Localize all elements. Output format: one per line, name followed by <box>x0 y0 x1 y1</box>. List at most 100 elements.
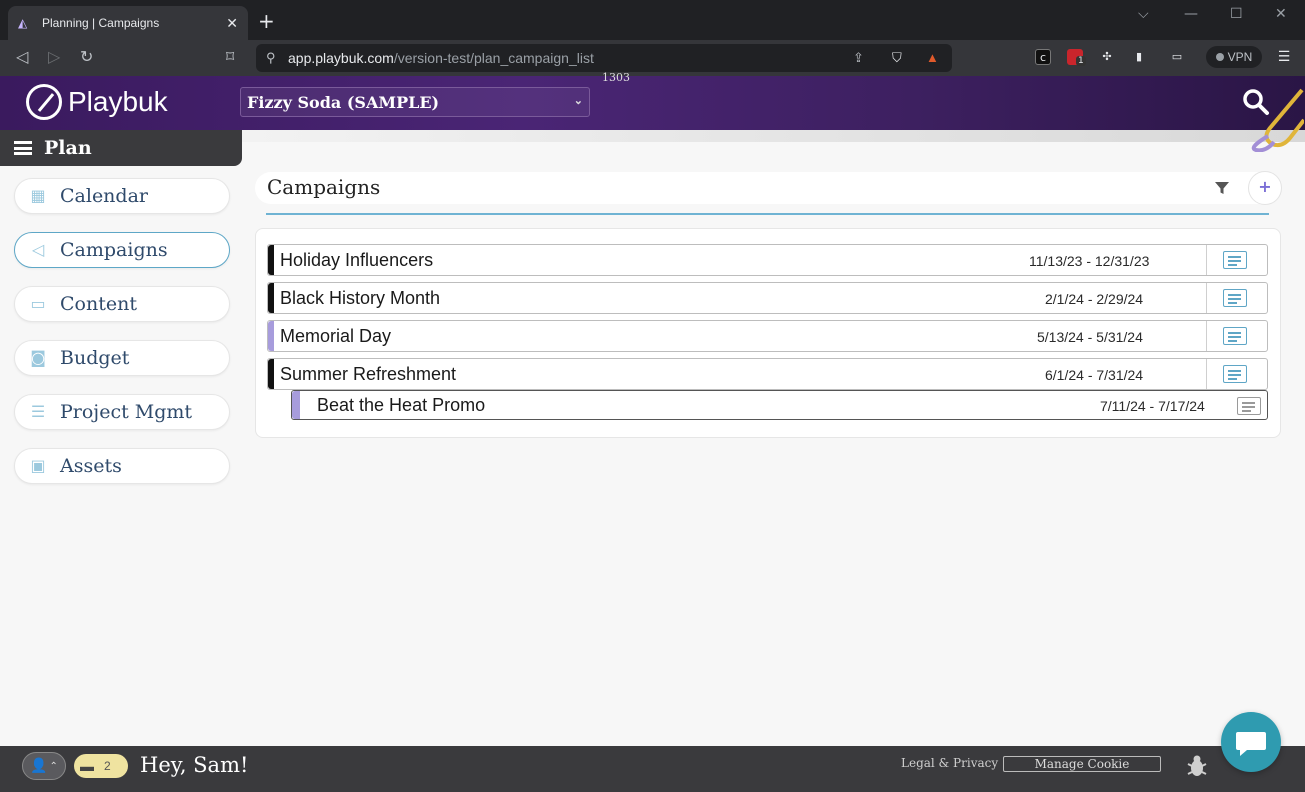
sidebar-item-budget[interactable]: ◙ Budget <box>14 340 230 376</box>
image-icon: ▣ <box>30 456 46 475</box>
playbuk-logo[interactable]: Playbuk <box>26 84 168 120</box>
forward-icon[interactable]: ▷ <box>48 48 60 66</box>
add-campaign-button[interactable]: + <box>1248 171 1282 205</box>
new-tab-icon[interactable]: + <box>258 11 275 31</box>
browser-menu-icon[interactable]: ☰ <box>1276 49 1292 65</box>
vpn-status-dot <box>1215 53 1224 61</box>
brand-select[interactable]: Fizzy Soda (SAMPLE) ⌄ <box>240 87 590 117</box>
header-strip <box>242 130 1305 142</box>
close-window-icon[interactable]: ✕ <box>1275 6 1287 22</box>
playbuk-favicon-icon: ◭ <box>18 16 28 30</box>
campaign-color-bar <box>268 283 274 313</box>
sidebar-item-calendar[interactable]: ▦ Calendar <box>14 178 230 214</box>
chevron-down-icon: ⌄ <box>573 94 583 107</box>
close-tab-icon[interactable]: ✕ <box>226 15 238 32</box>
extension-badge: 1 <box>1076 56 1086 66</box>
legal-privacy-link[interactable]: Legal & Privacy <box>901 756 998 770</box>
page-title: Campaigns <box>267 175 381 199</box>
site-info-icon[interactable]: ⚲ <box>266 50 276 66</box>
details-icon[interactable] <box>1237 397 1261 415</box>
bookmark-icon[interactable]: ⌑ <box>226 48 234 66</box>
chat-bubble-icon <box>1236 732 1266 756</box>
sidebar-item-label: Project Mgmt <box>60 401 193 423</box>
browser-tab[interactable]: ◭ Planning | Campaigns ✕ <box>8 6 248 40</box>
campaigns-header <box>255 172 1281 204</box>
details-icon[interactable] <box>1223 327 1247 345</box>
details-icon[interactable] <box>1223 289 1247 307</box>
sidebar-item-project-mgmt[interactable]: ☰ Project Mgmt <box>14 394 230 430</box>
row-divider <box>1206 283 1207 313</box>
user-menu-button[interactable]: 👤 ⌃ <box>22 752 66 780</box>
tab-search-chevron-icon[interactable]: ⌵ <box>1138 6 1149 22</box>
campaign-name: Holiday Influencers <box>280 250 434 270</box>
user-avatar-icon: 👤 <box>30 758 48 774</box>
sidebar-toggle-icon[interactable]: ▮ <box>1131 49 1147 65</box>
campaign-color-bar <box>268 359 274 389</box>
row-divider <box>1206 245 1207 275</box>
plan-section-header: Plan <box>0 130 242 166</box>
wallet-icon[interactable]: ▭ <box>1169 49 1185 65</box>
app-header <box>0 76 1305 130</box>
title-divider <box>266 213 1269 215</box>
sidebar-item-label: Assets <box>60 455 122 477</box>
extension-c-icon[interactable]: c <box>1035 49 1051 65</box>
extension-red-icon[interactable]: 1 <box>1067 49 1086 66</box>
sidebar-item-label: Calendar <box>60 185 148 207</box>
sub-campaign-row[interactable]: Beat the Heat Promo 7/11/24 - 7/17/24 <box>291 390 1268 420</box>
back-icon[interactable]: ◁ <box>16 48 28 66</box>
share-icon[interactable]: ⇪ <box>853 50 864 66</box>
row-divider <box>1206 321 1207 351</box>
browser-toolbar: ◁ ▷ ↻ ⌑ ⚲ app.playbuk.com/version-test/p… <box>0 40 1305 76</box>
hamburger-menu-icon[interactable] <box>14 141 32 155</box>
tab-title: Planning | Campaigns <box>42 16 160 30</box>
campaign-color-bar <box>292 391 300 419</box>
greeting-text: Hey, Sam! <box>140 753 249 777</box>
details-icon[interactable] <box>1223 251 1247 269</box>
campaign-dates: 7/11/24 - 7/17/24 <box>1100 398 1205 414</box>
sidebar-item-label: Content <box>60 293 137 315</box>
vpn-button[interactable]: VPN <box>1206 46 1262 68</box>
bug-report-icon[interactable] <box>1186 754 1208 778</box>
sidebar-item-label: Budget <box>60 347 130 369</box>
row-divider <box>1206 359 1207 389</box>
inbox-count: 2 <box>104 759 111 773</box>
campaign-row[interactable]: Summer Refreshment 6/1/24 - 7/31/24 <box>267 358 1268 390</box>
campaign-name: Summer Refreshment <box>280 364 457 384</box>
plan-title: Plan <box>44 137 92 159</box>
megaphone-icon: ◁ <box>31 240 45 259</box>
sidebar-item-label: Campaigns <box>60 239 168 261</box>
campaign-row[interactable]: Holiday Influencers 11/13/23 - 12/31/23 <box>267 244 1268 276</box>
sidebar-item-campaigns[interactable]: ◁ Campaigns <box>14 232 230 268</box>
gantt-icon: ☰ <box>30 402 46 421</box>
budget-icon: ◙ <box>30 348 46 367</box>
sidebar-item-assets[interactable]: ▣ Assets <box>14 448 230 484</box>
extensions-puzzle-icon[interactable]: ✣ <box>1099 49 1115 65</box>
campaign-dates: 11/13/23 - 12/31/23 <box>1029 253 1150 269</box>
campaign-name: Beat the Heat Promo <box>317 395 486 415</box>
address-bar[interactable]: ⚲ app.playbuk.com/version-test/plan_camp… <box>256 44 952 72</box>
minimize-icon[interactable]: — <box>1184 6 1198 22</box>
reload-icon[interactable]: ↻ <box>80 48 93 66</box>
brave-rewards-icon[interactable]: ▲ <box>926 50 939 65</box>
filter-icon[interactable] <box>1214 180 1230 196</box>
chat-launcher-button[interactable] <box>1221 712 1281 772</box>
vpn-label: VPN <box>1227 50 1253 64</box>
chevron-up-icon: ⌃ <box>49 760 58 772</box>
browser-tab-bar: ◭ Planning | Campaigns ✕ + ⌵ — ☐ ✕ <box>0 0 1305 40</box>
details-icon[interactable] <box>1223 365 1247 383</box>
brave-shield-icon[interactable]: ⛉ <box>892 50 902 66</box>
inbox-button[interactable]: ▬ 2 <box>74 754 128 778</box>
maximize-icon[interactable]: ☐ <box>1230 6 1243 22</box>
paperclip-decoration-icon <box>1251 88 1304 152</box>
url-host: app.playbuk.com <box>288 50 394 66</box>
manage-cookie-button[interactable]: Manage Cookie <box>1003 756 1161 772</box>
brand-select-value: Fizzy Soda (SAMPLE) <box>247 92 440 112</box>
campaign-row[interactable]: Black History Month 2/1/24 - 2/29/24 <box>267 282 1268 314</box>
campaign-row[interactable]: Memorial Day 5/13/24 - 5/31/24 <box>267 320 1268 352</box>
inbox-icon: ▬ <box>80 758 94 774</box>
calendar-icon: ▦ <box>30 186 46 205</box>
campaign-color-bar <box>268 321 274 351</box>
sidebar-item-content[interactable]: ▭ Content <box>14 286 230 322</box>
playbuk-logo-icon <box>26 84 62 120</box>
campaign-color-bar <box>268 245 274 275</box>
